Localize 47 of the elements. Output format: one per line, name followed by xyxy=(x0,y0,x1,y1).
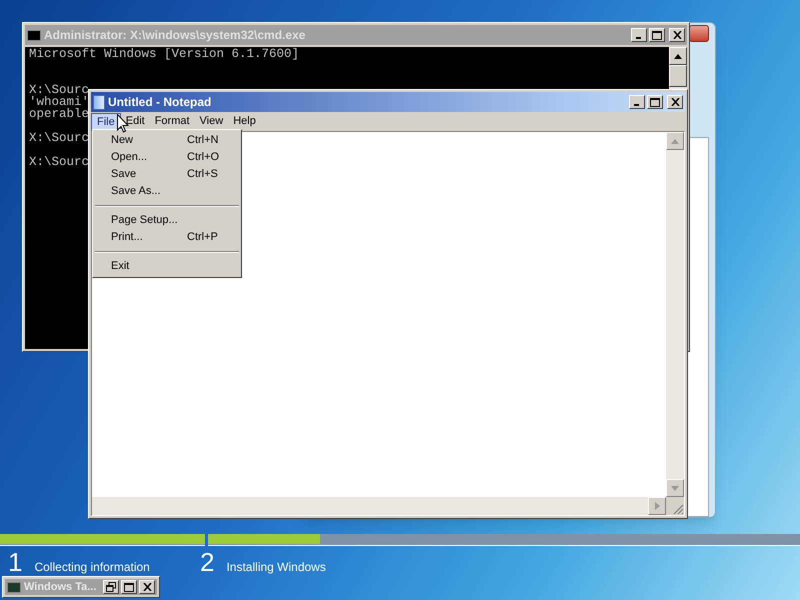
minimize-button[interactable] xyxy=(631,28,647,42)
maximize-button[interactable] xyxy=(649,28,665,42)
maximize-button[interactable] xyxy=(121,580,137,594)
menu-option[interactable]: Open... Ctrl+O xyxy=(93,149,241,166)
console-line: X:\Sourc xyxy=(29,156,90,168)
notepad-icon xyxy=(93,94,105,110)
scroll-up-button[interactable] xyxy=(669,47,687,65)
minimize-button[interactable] xyxy=(629,95,645,109)
menu-option[interactable]: Page Setup... xyxy=(93,212,241,229)
console-line: X:\Sourc xyxy=(29,132,90,144)
menu-item[interactable]: Format xyxy=(150,112,195,130)
console-line: Microsoft Windows [Version 6.1.7600] xyxy=(29,48,300,60)
step-label: Installing Windows xyxy=(226,559,326,576)
up-arrow-icon xyxy=(671,138,679,144)
cmd-icon xyxy=(27,30,41,40)
window-title: Untitled - Notepad xyxy=(108,94,212,111)
menu-option[interactable]: Save As... xyxy=(93,183,241,200)
console-line: 'whoami' xyxy=(29,96,90,108)
console-line: operable xyxy=(29,108,90,120)
step-number: 2 xyxy=(200,550,214,575)
console-line: X:\Sourc xyxy=(29,84,90,96)
scroll-thumb[interactable] xyxy=(669,65,687,87)
close-icon xyxy=(672,31,682,39)
close-icon xyxy=(142,583,152,591)
scroll-right-button[interactable] xyxy=(648,497,666,515)
maximize-icon xyxy=(652,30,662,40)
menu-item[interactable]: View xyxy=(194,112,228,130)
menu-option[interactable]: New Ctrl+N xyxy=(93,132,241,149)
menu-option[interactable]: Print... Ctrl+P xyxy=(93,229,241,246)
restore-icon xyxy=(106,582,116,592)
maximize-button[interactable] xyxy=(647,95,663,109)
restore-button[interactable] xyxy=(103,580,119,594)
down-arrow-icon xyxy=(671,486,679,490)
menu-option[interactable]: Exit xyxy=(93,258,241,275)
up-arrow-icon xyxy=(674,54,682,58)
close-icon xyxy=(670,98,680,106)
maximize-icon xyxy=(650,98,660,106)
menu-item[interactable]: Help xyxy=(228,112,261,130)
maximize-icon xyxy=(124,582,134,592)
step-number: 1 xyxy=(8,550,22,575)
window-title: Windows Ta... xyxy=(24,580,98,595)
step-label: Collecting information xyxy=(34,559,150,576)
console-icon xyxy=(7,582,21,592)
menu-option[interactable]: Save Ctrl+S xyxy=(93,166,241,183)
window-title: Administrator: X:\windows\system32\cmd.exe xyxy=(44,27,306,44)
scroll-down-button[interactable] xyxy=(666,479,684,497)
right-arrow-icon xyxy=(654,502,660,510)
